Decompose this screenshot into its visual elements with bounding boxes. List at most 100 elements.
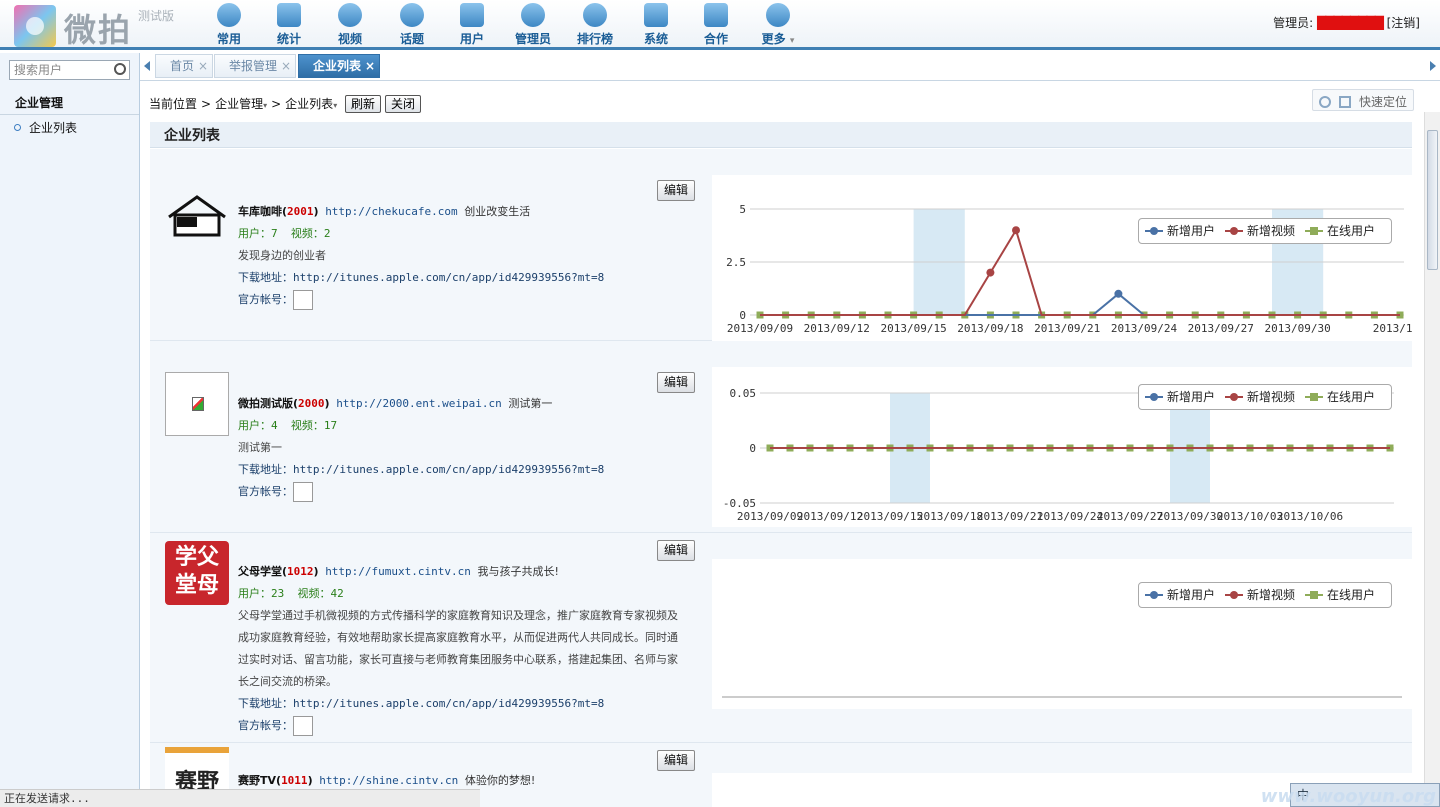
y-tick-label: 0 <box>739 309 746 322</box>
fullscreen-icon[interactable] <box>1338 96 1351 108</box>
tab-bar: 首页 × 举报管理 × 企业列表 × <box>140 53 1440 81</box>
company-info: 微拍测试版(2000) http://2000.ent.weipai.cn 测试… <box>238 393 688 503</box>
data-point <box>986 268 995 277</box>
download-link[interactable]: http://itunes.apple.com/cn/app/id4299395… <box>293 697 604 710</box>
browser-status-bar: 正在发送请求... <box>0 789 480 807</box>
legend-item[interactable]: 新增视频 <box>1224 390 1295 404</box>
x-tick-label: 2013/09/12 <box>804 322 870 335</box>
breadcrumb-enterprise-management[interactable]: 企业管理 <box>215 97 263 111</box>
edit-button[interactable]: 编辑 <box>657 540 696 561</box>
refresh-button[interactable]: 刷新 <box>345 95 382 113</box>
close-icon[interactable]: × <box>365 55 375 77</box>
bullet-icon <box>14 124 21 131</box>
stats-chart: 0 2.5 5 2013/09/09 2013/09/12 2013/09/15 2013/… <box>712 175 1412 347</box>
line-chart: 0 2.5 5 2013/09/09 2013/09/12 2013/09/15 2013/… <box>726 203 1412 335</box>
sidebar-item-enterprise-list[interactable]: 企业列表 <box>14 119 77 136</box>
nav-topic[interactable]: 话题 <box>387 3 437 47</box>
download-link[interactable]: http://itunes.apple.com/cn/app/id4299395… <box>293 271 604 284</box>
company-info: 父母学堂(1012) http://fumuxt.cintv.cn 我与孩子共成… <box>238 561 688 737</box>
company-info: 车库咖啡(2001) http://chekucafe.com 创业改变生活 用… <box>238 201 688 311</box>
breadcrumb-enterprise-list[interactable]: 企业列表 <box>285 97 333 111</box>
x-tick-label: 2013/10/06 <box>1277 510 1343 523</box>
chevron-down-icon: ▾ <box>333 101 338 110</box>
legend-item[interactable]: 新增用户 <box>1144 588 1215 602</box>
y-tick-label: 0 <box>749 442 756 455</box>
app-logo-icon <box>14 5 56 47</box>
x-tick-label: 2013/09/27 <box>1188 322 1254 335</box>
edit-button[interactable]: 编辑 <box>657 180 696 201</box>
nav-users[interactable]: 用户 <box>447 3 497 47</box>
app-version-label: 测试版 <box>138 9 175 23</box>
x-tick-label: 2013/09/30 <box>1157 510 1223 523</box>
company-url[interactable]: http://chekucafe.com <box>325 205 457 218</box>
official-account-box[interactable] <box>293 716 313 736</box>
official-account-box[interactable] <box>293 482 313 502</box>
app-logo-text: 微拍 <box>64 11 133 49</box>
tab-home[interactable]: 首页 × <box>155 54 214 78</box>
y-tick-label: 2.5 <box>726 256 746 269</box>
comments-icon <box>400 3 424 27</box>
edit-button[interactable]: 编辑 <box>657 372 696 393</box>
close-icon[interactable]: × <box>198 55 208 77</box>
nav-common[interactable]: 常用 <box>204 3 254 47</box>
x-tick-label: 2013/09/09 <box>727 322 793 335</box>
nav-more[interactable]: 更多 ▾ <box>753 3 803 47</box>
nav-system[interactable]: 系统 <box>631 3 681 47</box>
download-link[interactable]: http://itunes.apple.com/cn/app/id4299395… <box>293 463 604 476</box>
scrollbar-thumb[interactable] <box>1427 130 1438 270</box>
company-url[interactable]: http://2000.ent.weipai.cn <box>336 397 502 410</box>
vertical-scrollbar[interactable] <box>1424 112 1440 807</box>
logout-link[interactable]: [注销] <box>1387 16 1420 30</box>
star-icon <box>217 3 241 27</box>
x-tick-label: 2013/09/12 <box>797 510 863 523</box>
company-card: 学父 堂母 父母学堂(1012) http://fumuxt.cintv.cn 我… <box>150 533 1412 743</box>
chekucafe-logo <box>168 195 226 237</box>
watermark: www.wooyun.org <box>1260 786 1436 807</box>
nav-ranking[interactable]: 排行榜 <box>570 3 620 47</box>
x-tick-label: 2013/09/24 <box>1037 510 1104 523</box>
nav-cooperation[interactable]: 合作 <box>691 3 741 47</box>
official-account-box[interactable] <box>293 290 313 310</box>
breadcrumb: 当前位置 > 企业管理▾ > 企业列表▾ 刷新 关闭 <box>149 95 422 113</box>
nav-admin[interactable]: 管理员 <box>508 3 558 47</box>
close-icon[interactable]: × <box>281 55 291 77</box>
company-card: 车库咖啡(2001) http://chekucafe.com 创业改变生活 用… <box>150 149 1412 347</box>
legend-item[interactable]: 在线用户 <box>1304 390 1375 404</box>
chart-legend: 新增用户 新增视频 在线用户 <box>1137 582 1392 608</box>
stats-chart: -0.05 0 0.05 2013/09/09 2013/09/12 2013/09/15… <box>712 367 1412 527</box>
y-tick-label: 0.05 <box>730 387 757 400</box>
tab-scroll-right-icon[interactable] <box>1430 61 1436 71</box>
quick-locate-bar[interactable]: 快速定位 <box>1311 89 1414 111</box>
legend-item[interactable]: 在线用户 <box>1304 588 1375 602</box>
legend-item[interactable]: 在线用户 <box>1304 224 1375 238</box>
legend-item[interactable]: 新增用户 <box>1144 390 1215 404</box>
tab-report-management[interactable]: 举报管理 × <box>214 54 297 78</box>
globe-icon <box>583 3 607 27</box>
chat-bubble-icon <box>338 3 362 27</box>
page-title: 企业列表 <box>150 122 1412 148</box>
close-button[interactable]: 关闭 <box>385 95 422 113</box>
user-icon <box>521 3 545 27</box>
tab-enterprise-list[interactable]: 企业列表 × <box>298 54 381 78</box>
monitor-icon <box>704 3 728 27</box>
x-tick-label: 2013/09/21 <box>977 510 1043 523</box>
company-url[interactable]: http://fumuxt.cintv.cn <box>325 565 471 578</box>
nav-stats[interactable]: 统计 <box>264 3 314 47</box>
sidebar-section-enterprise[interactable]: 企业管理 <box>0 91 139 115</box>
refresh-icon[interactable] <box>1318 96 1331 108</box>
tab-scroll-left-icon[interactable] <box>144 61 150 71</box>
company-url[interactable]: http://shine.cintv.cn <box>319 774 458 787</box>
search-input[interactable]: 搜索用户 <box>9 60 130 80</box>
edit-button[interactable]: 编辑 <box>657 750 696 771</box>
nav-video[interactable]: 视频 <box>325 3 375 47</box>
legend-item[interactable]: 新增用户 <box>1144 224 1215 238</box>
x-tick-label: 2013/09/27 <box>1097 510 1163 523</box>
legend-item[interactable]: 新增视频 <box>1224 224 1295 238</box>
database-icon <box>277 3 301 27</box>
legend-item[interactable]: 新增视频 <box>1224 588 1295 602</box>
x-tick-label: 2013/09/30 <box>1264 322 1330 335</box>
search-icon[interactable] <box>114 63 126 75</box>
wrench-icon <box>644 3 668 27</box>
data-point <box>1114 289 1123 298</box>
chevron-down-icon: ▾ <box>263 101 268 110</box>
